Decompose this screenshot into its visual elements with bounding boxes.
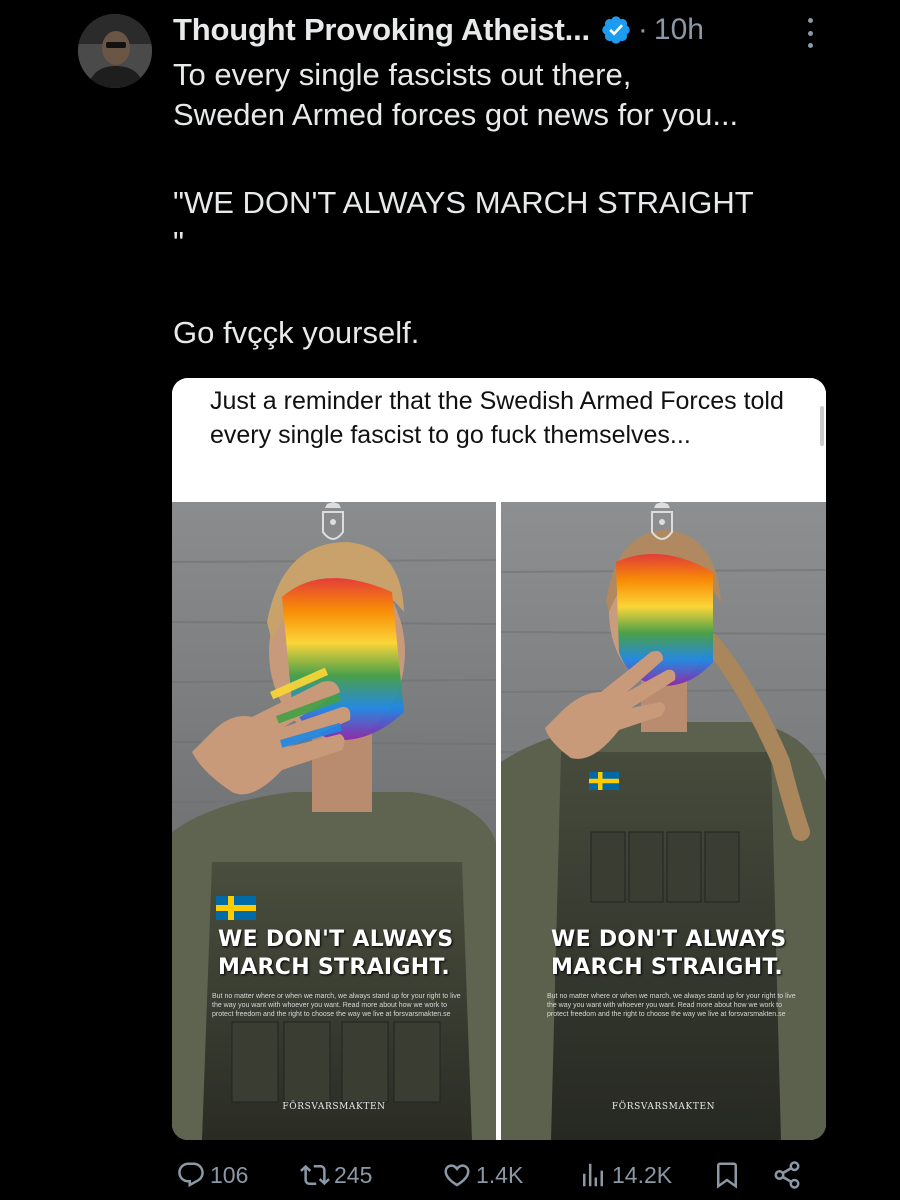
share-button[interactable] [772, 1160, 806, 1190]
avatar[interactable] [78, 14, 152, 88]
poster-logo-text: FÖRSVARSMAKTEN [611, 1102, 716, 1112]
share-icon [774, 1161, 800, 1189]
header-separator: · [637, 13, 648, 46]
poster-left[interactable]: WE DON'T ALWAYS MARCH STRAIGHT. But no m… [172, 502, 496, 1140]
post-text-line: "WE DON'T ALWAYS MARCH STRAIGHT [173, 185, 754, 220]
quote-text: Just a reminder that the Swedish Armed F… [210, 387, 784, 449]
post-media[interactable]: Just a reminder that the Swedish Armed F… [172, 378, 826, 1140]
repost-icon [300, 1164, 330, 1186]
post-text-line [173, 135, 823, 175]
action-bar: 106 245 1.4K 14.2K [172, 1160, 812, 1200]
poster-headline-line: MARCH STRAIGHT. [551, 955, 784, 980]
like-icon [444, 1164, 470, 1187]
poster-headline-line: WE DON'T ALWAYS [218, 927, 454, 952]
avatar-photo [78, 14, 152, 88]
bookmark-button[interactable] [712, 1160, 746, 1190]
views-button[interactable]: 14.2K [578, 1160, 672, 1190]
swedish-flag-icon [589, 772, 619, 790]
crest-icon [322, 502, 344, 540]
reply-button[interactable]: 106 [176, 1160, 248, 1190]
post-text-line: " [173, 225, 185, 260]
quote-scrollbar [820, 406, 824, 446]
post-timestamp[interactable]: 10h [654, 13, 704, 47]
reply-icon [178, 1162, 204, 1188]
poster-small-print: But no matter where or when we march, we… [547, 993, 796, 1018]
post-text-line: To every single fascists out there, [173, 57, 632, 92]
verified-icon [600, 14, 632, 46]
like-count: 1.4K [476, 1161, 524, 1188]
post-text-line [173, 263, 823, 311]
author-name[interactable]: Thought Provoking Atheist... [173, 12, 590, 48]
poster-headline: WE DON'T ALWAYS MARCH STRAIGHT. [551, 926, 826, 982]
poster-headline-line: MARCH STRAIGHT. [218, 955, 451, 980]
more-icon[interactable] [800, 18, 820, 48]
poster-logo-text: FÖRSVARSMAKTEN [282, 1102, 386, 1112]
views-count: 14.2K [612, 1161, 673, 1188]
bookmark-icon [717, 1162, 737, 1189]
post-text-line: Go fvççk yourself. [173, 315, 420, 350]
poster-right-image [501, 502, 826, 1140]
quote-card: Just a reminder that the Swedish Armed F… [172, 378, 826, 502]
post-text: To every single fascists out there, Swed… [173, 55, 823, 353]
repost-count: 245 [334, 1161, 373, 1188]
swedish-flag-icon [216, 896, 256, 920]
poster-headline: WE DON'T ALWAYS MARCH STRAIGHT. [218, 926, 496, 982]
like-button[interactable]: 1.4K [442, 1160, 523, 1190]
poster-right[interactable]: WE DON'T ALWAYS MARCH STRAIGHT. But no m… [501, 502, 826, 1140]
repost-button[interactable]: 245 [300, 1160, 372, 1190]
poster-left-image [172, 502, 496, 1140]
views-icon [583, 1163, 603, 1187]
post-text-line: Sweden Armed forces got news for you... [173, 97, 739, 132]
poster-headline-line: WE DON'T ALWAYS [551, 927, 787, 952]
crest-icon [651, 502, 673, 540]
reply-count: 106 [210, 1161, 249, 1188]
post-header: Thought Provoking Atheist... · 10h [173, 8, 704, 52]
poster-small-print: But no matter where or when we march, we… [212, 993, 461, 1018]
